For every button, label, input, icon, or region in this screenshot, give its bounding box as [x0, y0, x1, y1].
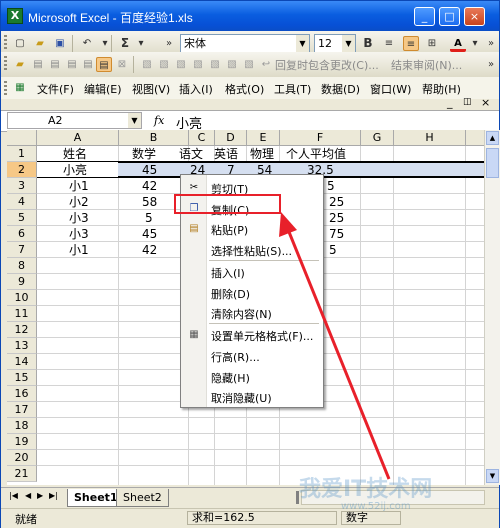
- status-sum: 求和=162.5: [192, 511, 255, 524]
- status-bar: 就绪 求和=162.5 数字: [1, 508, 499, 528]
- arrow-shaft: [285, 226, 391, 480]
- status-sum-panel: 求和=162.5: [187, 511, 337, 525]
- first-sheet-icon[interactable]: |◀: [9, 491, 18, 500]
- arrow-head: [279, 212, 297, 237]
- prev-sheet-icon[interactable]: ◀: [25, 491, 31, 500]
- watermark-url: www.52ij.com: [341, 501, 411, 512]
- last-sheet-icon[interactable]: ▶|: [49, 491, 58, 500]
- watermark-text: 我爱IT技术网: [299, 477, 433, 502]
- excel-window: X Microsoft Excel - 百度经验1.xls _ □ × ▢ ▰ …: [0, 0, 500, 528]
- status-mode: 就绪: [15, 513, 37, 526]
- status-num-panel: 数字: [341, 511, 401, 525]
- annotation-arrow: [279, 212, 391, 480]
- next-sheet-icon[interactable]: ▶: [37, 491, 43, 500]
- status-num: 数字: [346, 511, 368, 524]
- tab-sheet2[interactable]: Sheet2: [116, 489, 169, 507]
